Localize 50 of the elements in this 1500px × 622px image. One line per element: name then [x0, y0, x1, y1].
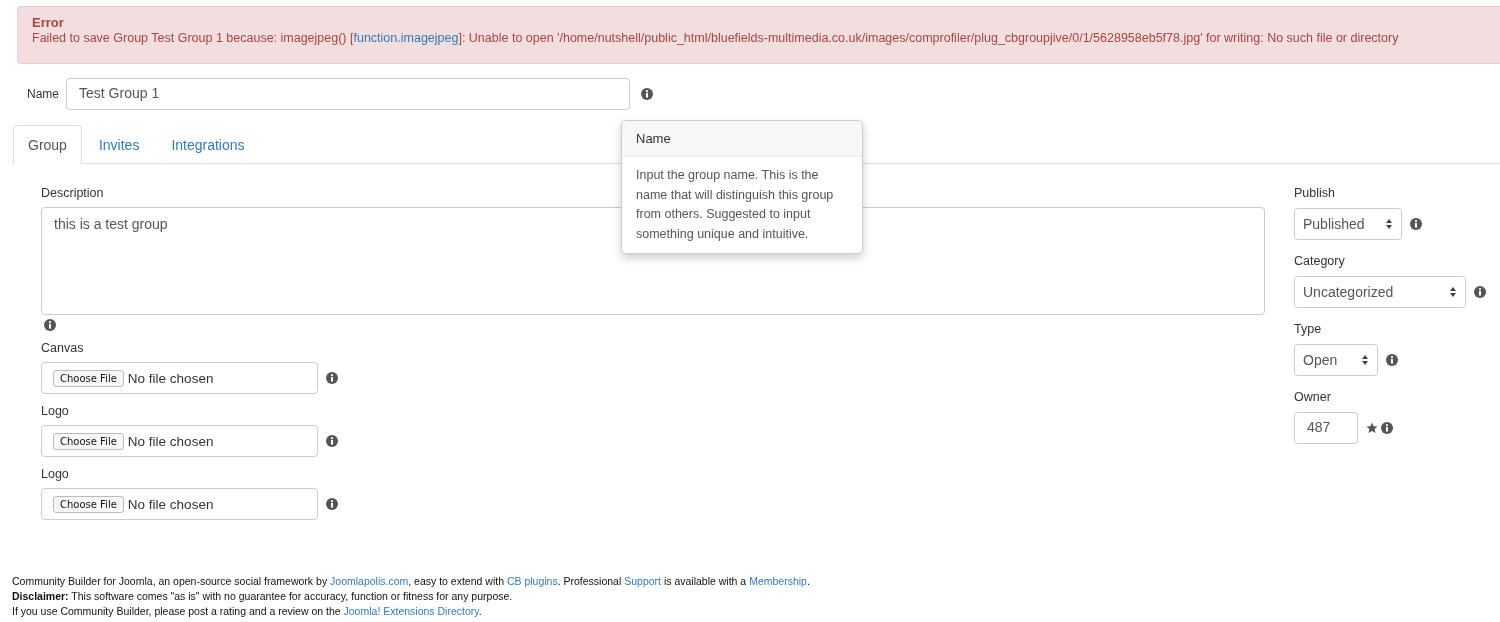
- file-field[interactable]: Choose File No file chosen: [41, 488, 318, 520]
- info-icon[interactable]: [326, 498, 338, 510]
- info-icon[interactable]: [326, 372, 338, 384]
- file-label: Logo: [41, 404, 69, 418]
- caret-icon: [1385, 218, 1393, 230]
- choose-file-button[interactable]: Choose File: [53, 369, 124, 387]
- info-icon[interactable]: [1474, 286, 1486, 298]
- field-label: Category: [1294, 254, 1345, 268]
- caret-icon: [1449, 286, 1457, 298]
- function-link[interactable]: function.imagejpeg: [353, 31, 459, 45]
- footer-link[interactable]: CB plugins: [506, 575, 558, 587]
- tab[interactable]: Group: [13, 125, 82, 164]
- choose-file-button[interactable]: Choose File: [53, 495, 124, 513]
- info-icon[interactable]: [44, 319, 56, 331]
- file-label: Canvas: [41, 341, 84, 355]
- owner-field[interactable]: 487: [1294, 412, 1358, 444]
- info-icon[interactable]: [641, 88, 653, 100]
- info-icon[interactable]: [1410, 218, 1422, 230]
- description-label: Description: [41, 186, 104, 200]
- tab[interactable]: Integrations: [156, 125, 260, 164]
- select-field[interactable]: Open: [1294, 344, 1378, 376]
- info-icon[interactable]: [1386, 354, 1398, 366]
- caret-icon: [1361, 354, 1369, 366]
- star-icon: [1366, 422, 1378, 434]
- tooltip-title: Name: [622, 121, 862, 157]
- field-label: Owner: [1294, 390, 1331, 404]
- name-label: Name: [27, 87, 59, 101]
- field-label: Type: [1294, 322, 1322, 336]
- footer-link[interactable]: Membership: [749, 575, 807, 587]
- footer-text: Disclaimer: This software comes "as is" with no guarantee for accuracy, function or fitness for any purpose.: [12, 589, 514, 604]
- select-field[interactable]: Published: [1294, 208, 1402, 240]
- error-title: Error: [32, 15, 65, 30]
- footer-text: Community Builder for Joomla, an open-source social framework by Joomlapolis.com, easy to extend with CB plugins. Professional Support is available with a Membership.: [12, 574, 810, 589]
- choose-file-button[interactable]: Choose File: [53, 432, 124, 450]
- field-label: Publish: [1294, 186, 1335, 200]
- file-label: Logo: [41, 467, 69, 481]
- file-field[interactable]: Choose File No file chosen: [41, 362, 318, 394]
- select-field[interactable]: Uncategorized: [1294, 276, 1466, 308]
- name-field[interactable]: Test Group 1: [66, 78, 630, 110]
- error-message: Failed to save Group Test Group 1 because: imagejpeg() [function.imagejpeg]: Unable to open '/home/nutshell/public_html/bluefields-multimedia.co.uk/images/comprofiler/plug_cbgroupjive/0/1/5628958eb5f78.jpg' for writing: No such file or directory: [32, 31, 1400, 45]
- file-status: No file chosen: [127, 433, 214, 449]
- file-field[interactable]: Choose File No file chosen: [41, 425, 318, 457]
- footer-text: If you use Community Builder, please post a rating and a review on the Joomla! Extensions Directory.: [12, 604, 483, 619]
- tab[interactable]: Invites: [83, 125, 155, 164]
- footer-link[interactable]: Joomla! Extensions Directory: [343, 605, 479, 617]
- info-icon[interactable]: [1381, 422, 1393, 434]
- file-status: No file chosen: [127, 370, 214, 386]
- file-status: No file chosen: [127, 496, 214, 512]
- info-icon[interactable]: [326, 435, 338, 447]
- footer-link[interactable]: Support: [624, 575, 661, 587]
